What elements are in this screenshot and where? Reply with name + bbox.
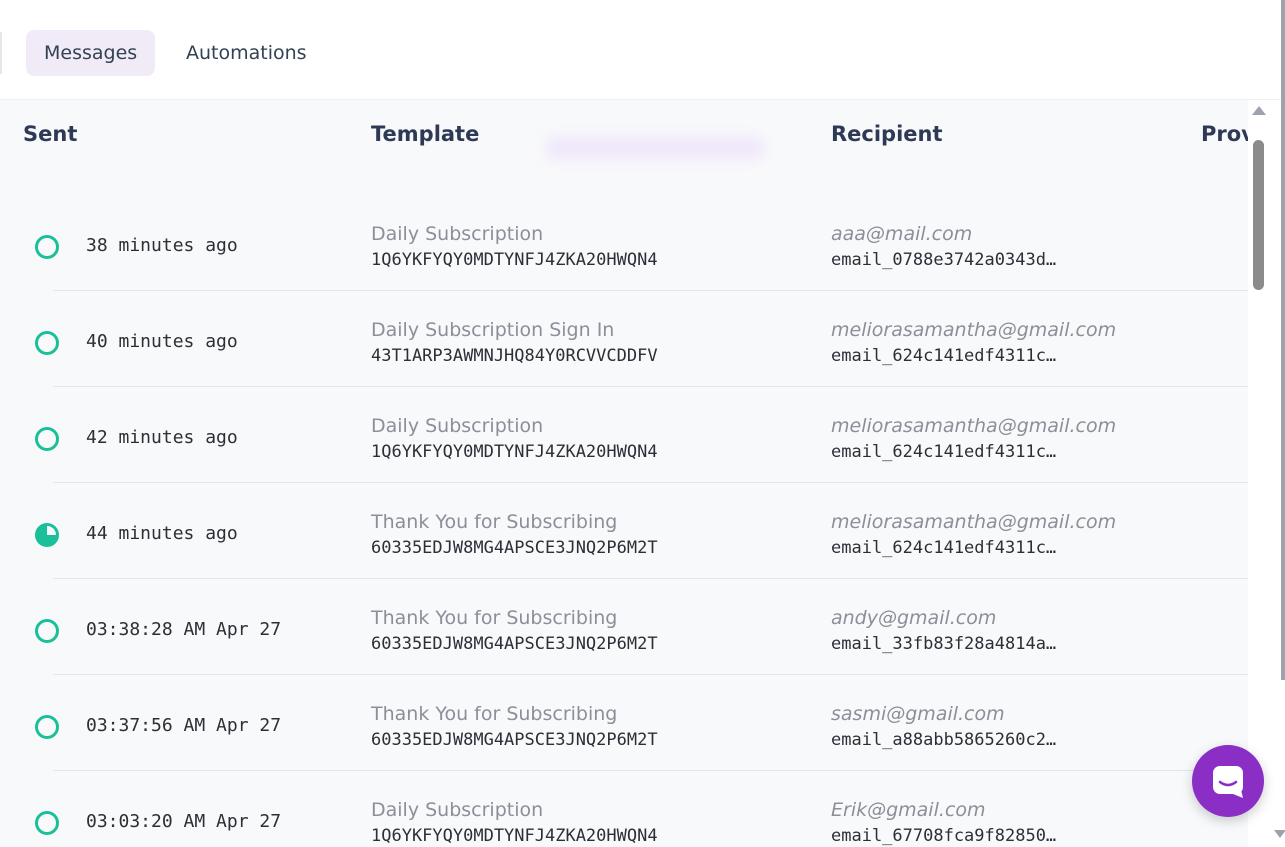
recipient-id: email_624c141edf4311c… [831,442,1057,462]
chat-bubble-icon [1213,766,1243,798]
sent-time: 44 minutes ago [86,523,238,544]
status-circle-icon [35,427,59,451]
recipient-id: email_a88abb5865260c2… [831,730,1057,750]
column-header-template[interactable]: Template [371,122,479,146]
template-id: 60335EDJW8MG4APSCE3JNQ2P6M2T [371,730,658,750]
table-row[interactable]: 38 minutes ago Daily Subscription 1Q6YKF… [0,195,1248,291]
vertical-scrollbar[interactable] [1248,100,1285,847]
template-name: Daily Subscription [371,799,544,821]
recipient-id: email_624c141edf4311c… [831,538,1057,558]
scrollbar-thumb[interactable] [1253,140,1264,290]
tab-messages[interactable]: Messages [26,30,156,76]
column-header-provider[interactable]: Prov [1201,122,1248,146]
status-circle-icon [35,235,59,259]
template-id: 60335EDJW8MG4APSCE3JNQ2P6M2T [371,634,658,654]
template-id: 43T1ARP3AWMNJHQ84Y0RCVVCDDFV [371,346,658,366]
table-row[interactable]: 03:38:28 AM Apr 27 Thank You for Subscri… [0,579,1248,675]
table-row[interactable]: 44 minutes ago Thank You for Subscribing… [0,483,1248,579]
template-name: Thank You for Subscribing [371,511,618,533]
status-circle-icon [35,715,59,739]
sent-time: 03:37:56 AM Apr 27 [86,715,282,736]
scroll-down-arrow-icon[interactable] [1274,830,1285,838]
template-name: Daily Subscription [371,223,544,245]
recipient-email: meliorasamantha@gmail.com [831,319,1117,341]
status-circle-icon [35,619,59,643]
template-name: Thank You for Subscribing [371,607,618,629]
sent-time: 40 minutes ago [86,331,238,352]
chat-launcher-button[interactable] [1192,745,1264,817]
recipient-id: email_0788e3742a0343d… [831,250,1057,270]
recipient-email: meliorasamantha@gmail.com [831,511,1117,533]
template-id: 60335EDJW8MG4APSCE3JNQ2P6M2T [371,538,658,558]
outer-scrollbar-track [1281,0,1285,680]
column-header-sent[interactable]: Sent [23,122,77,146]
nav-divider [0,32,2,74]
recipient-id: email_67708fca9f82850… [831,826,1057,846]
recipient-email: aaa@mail.com [831,223,973,245]
tab-automations[interactable]: Automations [168,30,325,76]
recipient-email: meliorasamantha@gmail.com [831,415,1117,437]
blurred-header-element [545,136,765,160]
status-circle-icon [35,331,59,355]
template-id: 1Q6YKFYQY0MDTYNFJ4ZKA20HWQN4 [371,250,658,270]
sent-time: 03:03:20 AM Apr 27 [86,811,282,832]
top-nav: Messages Automations [0,0,1285,100]
table-row[interactable]: 03:03:20 AM Apr 27 Daily Subscription 1Q… [0,771,1248,847]
template-name: Daily Subscription Sign In [371,319,615,341]
sent-time: 38 minutes ago [86,235,238,256]
table-row[interactable]: 42 minutes ago Daily Subscription 1Q6YKF… [0,387,1248,483]
table-row[interactable]: 40 minutes ago Daily Subscription Sign I… [0,291,1248,387]
template-name: Thank You for Subscribing [371,703,618,725]
status-partial-icon [35,523,59,547]
messages-table: Sent Template Recipient Prov 38 minutes … [0,100,1248,847]
table-header: Sent Template Recipient Prov [0,100,1248,174]
recipient-id: email_33fb83f28a4814a… [831,634,1057,654]
recipient-id: email_624c141edf4311c… [831,346,1057,366]
template-id: 1Q6YKFYQY0MDTYNFJ4ZKA20HWQN4 [371,826,658,846]
template-id: 1Q6YKFYQY0MDTYNFJ4ZKA20HWQN4 [371,442,658,462]
recipient-email: sasmi@gmail.com [831,703,1005,725]
table-row[interactable]: 03:37:56 AM Apr 27 Thank You for Subscri… [0,675,1248,771]
sent-time: 03:38:28 AM Apr 27 [86,619,282,640]
recipient-email: andy@gmail.com [831,607,997,629]
scroll-up-arrow-icon[interactable] [1252,106,1266,115]
recipient-email: Erik@gmail.com [831,799,986,821]
sent-time: 42 minutes ago [86,427,238,448]
column-header-recipient[interactable]: Recipient [831,122,943,146]
status-circle-icon [35,811,59,835]
template-name: Daily Subscription [371,415,544,437]
